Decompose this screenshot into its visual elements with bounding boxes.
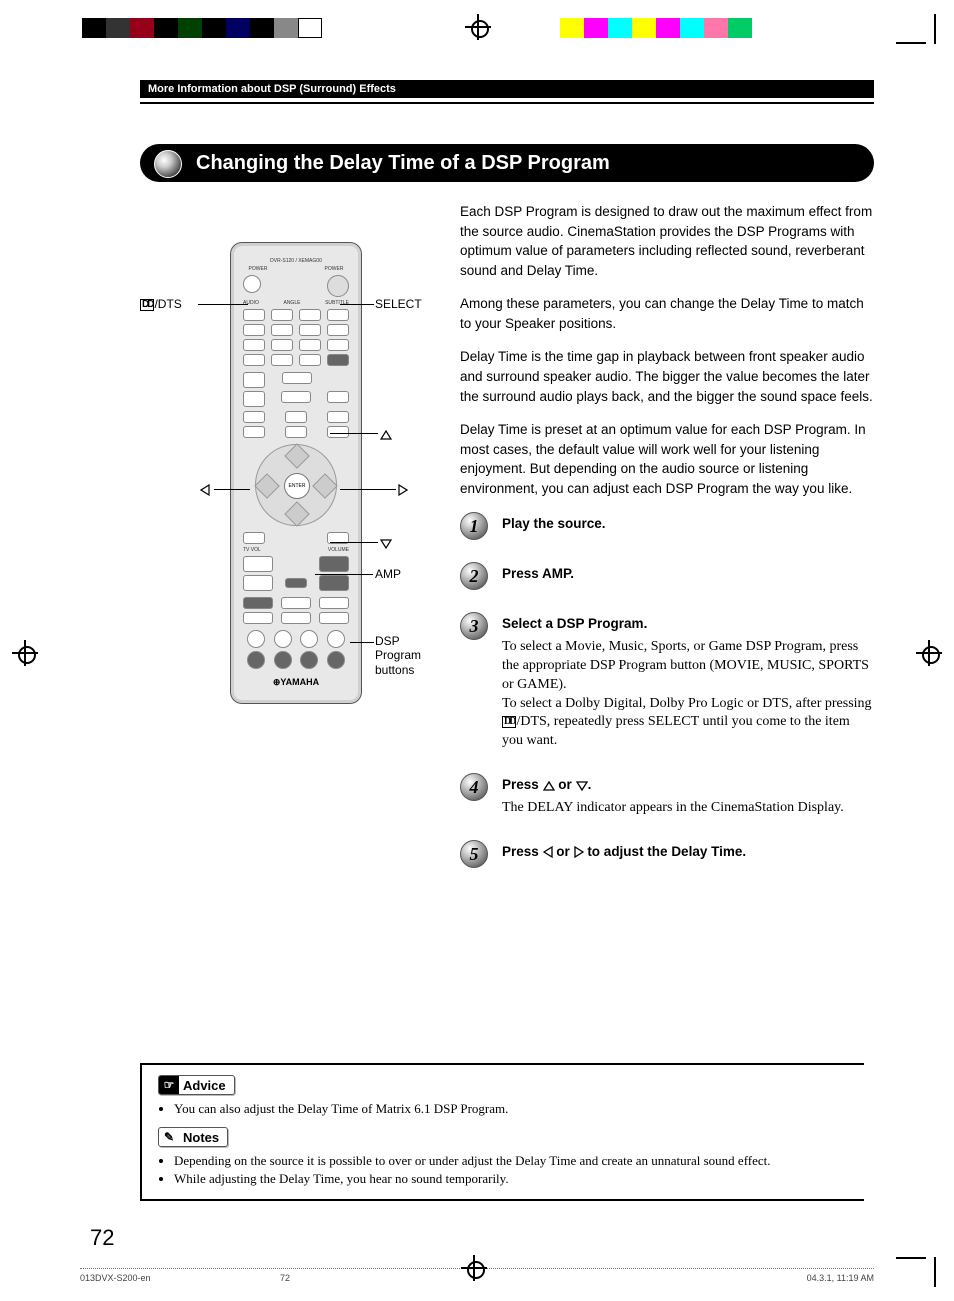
step-2: 2 Press AMP. [460, 562, 874, 590]
step-5-title: Press or to adjust the Delay Time. [502, 842, 874, 862]
title-ornament [154, 150, 182, 178]
step-number-1: 1 [460, 512, 488, 540]
body-text: Each DSP Program is designed to draw out… [460, 202, 874, 890]
dolby-icon: DD [140, 299, 154, 311]
intro-p1: Each DSP Program is designed to draw out… [460, 202, 874, 280]
crosshair-left [12, 640, 38, 666]
advice-tag: ☞ Advice [158, 1075, 235, 1095]
colorbar-right [560, 18, 752, 38]
step-2-title: Press AMP. [502, 564, 874, 584]
registration-bar-top [0, 18, 954, 44]
footer-right: 04.3.1, 11:19 AM [807, 1273, 874, 1283]
notes-item: While adjusting the Delay Time, you hear… [174, 1171, 852, 1187]
remote-control-illustration: DVR-S120 / XEMAG00 POWERPOWER AUDIOANGLE… [230, 242, 362, 704]
advice-item: You can also adjust the Delay Time of Ma… [174, 1101, 852, 1117]
left-arrow-icon [200, 484, 210, 496]
callout-right-arrow [398, 482, 408, 496]
step-1: 1 Play the source. [460, 512, 874, 540]
advice-label: Advice [179, 1078, 234, 1093]
crop-mark-br [896, 1247, 936, 1287]
step-number-2: 2 [460, 562, 488, 590]
callout-left-arrow [200, 482, 210, 496]
pencil-icon: ✎ [159, 1128, 179, 1146]
up-arrow-icon [380, 430, 392, 440]
step-3: 3 Select a DSP Program. To select a Movi… [460, 612, 874, 751]
step-3-detail-b: To select a Dolby Digital, Dolby Pro Log… [502, 695, 874, 752]
right-arrow-icon [574, 846, 584, 858]
crosshair-bottom [461, 1255, 487, 1283]
hand-icon: ☞ [159, 1076, 179, 1094]
callout-dsp-buttons: DSP Program buttons [375, 634, 421, 677]
step-number-4: 4 [460, 773, 488, 801]
step-number-3: 3 [460, 612, 488, 640]
page-title: Changing the Delay Time of a DSP Program [196, 152, 610, 175]
page-number: 72 [90, 1225, 114, 1251]
section-rule [140, 102, 874, 104]
step-number-5: 5 [460, 840, 488, 868]
step-3-detail-a: To select a Movie, Music, Sports, or Gam… [502, 638, 874, 695]
up-arrow-icon [543, 781, 555, 791]
dolby-icon: DD [502, 716, 516, 728]
callout-amp: AMP [375, 567, 401, 581]
down-arrow-icon [576, 781, 588, 791]
crosshair-top [465, 14, 491, 40]
footer-left: 013DVX-S200-en [80, 1273, 151, 1283]
footer: 013DVX-S200-en 72 04.3.1, 11:19 AM [80, 1268, 874, 1283]
footer-mid: 72 [280, 1273, 290, 1283]
notes-label: Notes [179, 1130, 227, 1145]
colorbar-left [82, 18, 322, 38]
intro-p2: Among these parameters, you can change t… [460, 294, 874, 333]
step-3-title: Select a DSP Program. [502, 614, 874, 634]
notes-tag: ✎ Notes [158, 1127, 228, 1147]
left-arrow-icon [543, 846, 553, 858]
step-4: 4 Press or . The DELAY indicator appears… [460, 773, 874, 817]
intro-p3: Delay Time is the time gap in playback b… [460, 347, 874, 406]
advice-list: You can also adjust the Delay Time of Ma… [174, 1101, 852, 1117]
section-breadcrumb: More Information about DSP (Surround) Ef… [140, 80, 874, 98]
intro-p4: Delay Time is preset at an optimum value… [460, 420, 874, 498]
steps-list: 1 Play the source. 2 Press AMP. 3 [460, 512, 874, 867]
callout-up-arrow [380, 427, 392, 441]
callout-dts: DD/DTS [140, 297, 182, 311]
right-arrow-icon [398, 484, 408, 496]
notes-list: Depending on the source it is possible t… [174, 1153, 852, 1187]
remote-diagram: DVR-S120 / XEMAG00 POWERPOWER AUDIOANGLE… [140, 202, 440, 722]
title-bar: Changing the Delay Time of a DSP Program [140, 144, 874, 182]
callout-down-arrow [380, 536, 392, 550]
crosshair-right [916, 640, 942, 666]
notes-item: Depending on the source it is possible t… [174, 1153, 852, 1169]
step-1-title: Play the source. [502, 514, 874, 534]
step-5: 5 Press or to adjust the Delay Time. [460, 840, 874, 868]
step-4-title: Press or . [502, 775, 874, 795]
crop-mark-tr [896, 14, 936, 54]
callout-select: SELECT [375, 297, 422, 311]
step-4-detail: The DELAY indicator appears in the Cinem… [502, 799, 874, 818]
down-arrow-icon [380, 539, 392, 549]
advice-notes-box: ☞ Advice You can also adjust the Delay T… [140, 1063, 864, 1201]
